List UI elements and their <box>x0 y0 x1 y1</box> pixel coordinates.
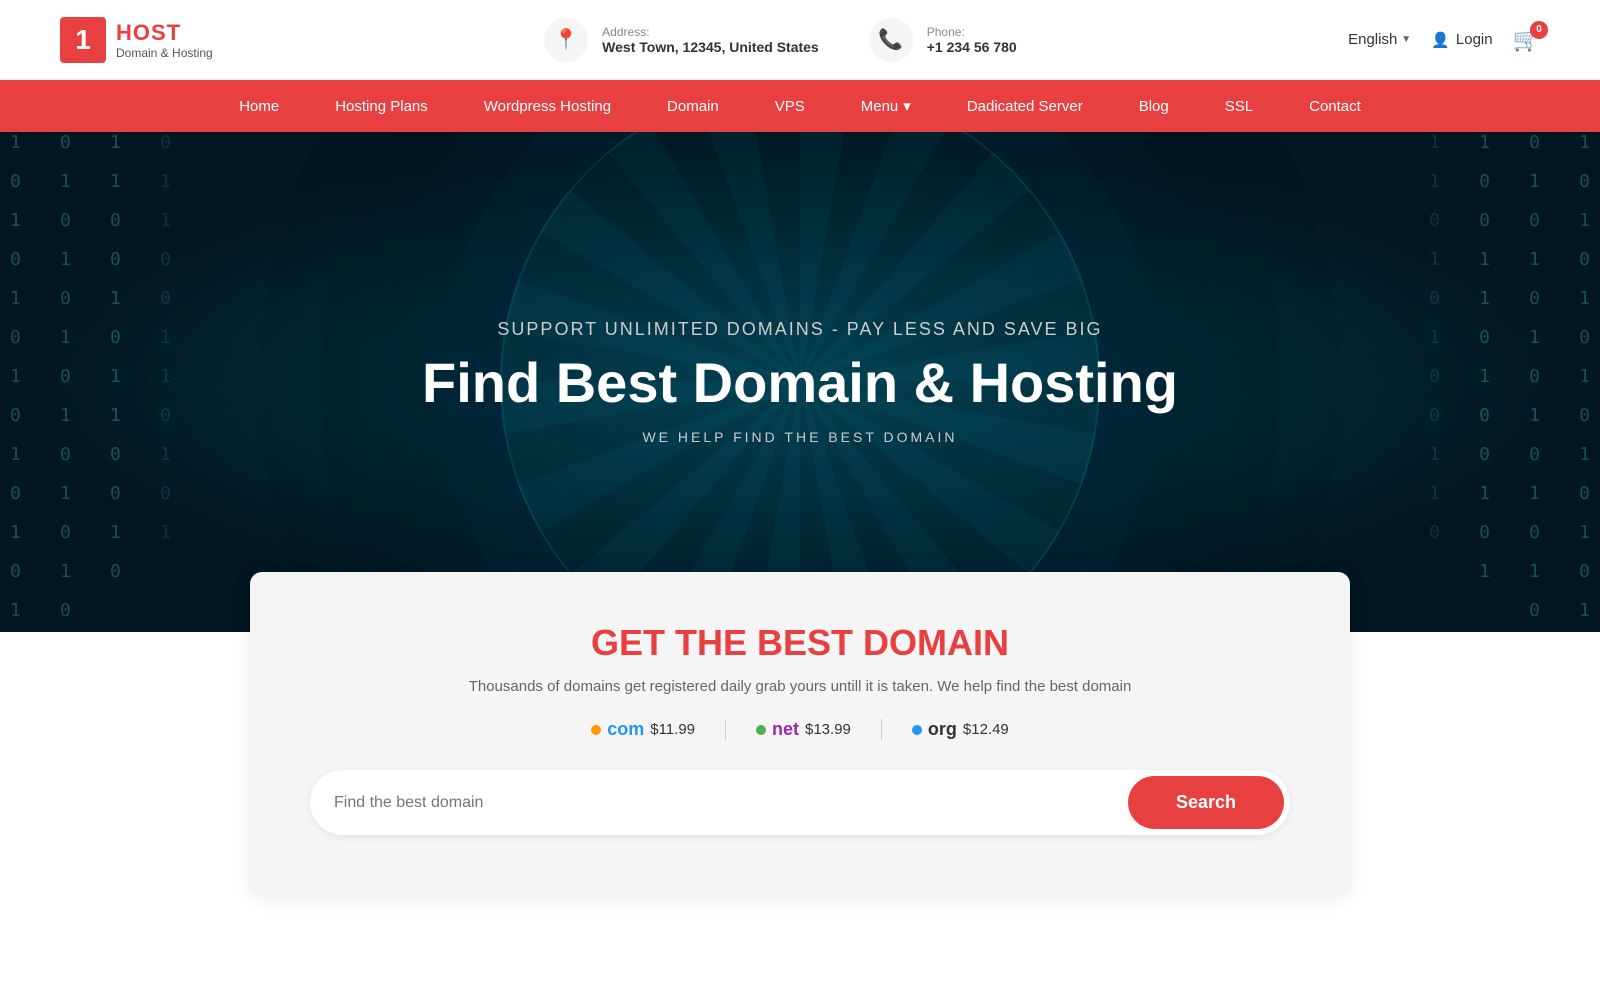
nav-item-ssl[interactable]: SSL <box>1197 80 1281 132</box>
nav-label-wordpress-hosting: Wordpress Hosting <box>484 98 611 115</box>
nav-label-vps: VPS <box>775 98 805 115</box>
address-value: West Town, 12345, United States <box>602 39 819 55</box>
nav-label-dedicated-server: Dadicated Server <box>967 98 1083 115</box>
domain-search-input[interactable] <box>334 794 1128 812</box>
com-price: $11.99 <box>650 721 695 738</box>
nav-label-home: Home <box>239 98 279 115</box>
nav-item-wordpress-hosting[interactable]: Wordpress Hosting <box>456 80 639 132</box>
pricing-net: net $13.99 <box>725 719 881 740</box>
address-info: Address: West Town, 12345, United States <box>602 25 819 55</box>
pricing-org: org $12.49 <box>881 719 1039 740</box>
logo-area: 1 HOST Domain & Hosting <box>60 17 213 63</box>
logo-sub-label: Domain & Hosting <box>116 46 213 60</box>
com-dot <box>591 725 601 735</box>
phone-label: Phone: <box>927 25 1017 39</box>
title-plain: GET THE <box>591 622 757 663</box>
nav-item-home[interactable]: Home <box>211 80 307 132</box>
hero-section: 1010101010101 0101010101010 110010110010… <box>0 132 1600 632</box>
address-item: 📍 Address: West Town, 12345, United Stat… <box>544 18 819 62</box>
nav-label-ssl: SSL <box>1225 98 1253 115</box>
hero-tagline: WE HELP FIND THE BEST DOMAIN <box>422 429 1178 445</box>
net-dot <box>756 725 766 735</box>
logo-host-label: HOST <box>116 20 213 46</box>
login-button[interactable]: 👤 Login <box>1431 31 1492 49</box>
location-icon: 📍 <box>544 18 588 62</box>
nav-label-hosting-plans: Hosting Plans <box>335 98 428 115</box>
com-tld: com <box>607 719 644 740</box>
hero-content: SUPPORT UNLIMITED DOMAINS - PAY LESS AND… <box>402 299 1198 466</box>
cart-badge: 0 <box>1530 21 1548 39</box>
org-tld: org <box>928 719 957 740</box>
chevron-down-icon: ▼ <box>1401 34 1411 45</box>
domain-pricing: com $11.99 net $13.99 org $12.49 <box>310 719 1290 740</box>
address-label: Address: <box>602 25 819 39</box>
login-label: Login <box>1456 31 1493 48</box>
header: 1 HOST Domain & Hosting 📍 Address: West … <box>0 0 1600 80</box>
domain-search-card: GET THE BEST DOMAIN Thousands of domains… <box>250 572 1350 895</box>
logo-icon: 1 <box>60 17 106 63</box>
nav-label-blog: Blog <box>1139 98 1169 115</box>
phone-value: +1 234 56 780 <box>927 39 1017 55</box>
logo-text: HOST Domain & Hosting <box>116 20 213 60</box>
nav-item-domain[interactable]: Domain <box>639 80 747 132</box>
domain-search-bar: Search <box>310 770 1290 835</box>
hero-title: Find Best Domain & Hosting <box>422 352 1178 414</box>
phone-info: Phone: +1 234 56 780 <box>927 25 1017 55</box>
nav-label-domain: Domain <box>667 98 719 115</box>
pricing-com: com $11.99 <box>561 719 725 740</box>
domain-card-title: GET THE BEST DOMAIN <box>310 622 1290 664</box>
contact-area: 📍 Address: West Town, 12345, United Stat… <box>213 18 1348 62</box>
org-price: $12.49 <box>963 721 1009 738</box>
domain-search-button[interactable]: Search <box>1128 776 1284 829</box>
nav-label-menu: Menu <box>861 98 899 115</box>
nav-item-menu[interactable]: Menu ▾ <box>833 80 939 132</box>
nav-item-dedicated-server[interactable]: Dadicated Server <box>939 80 1111 132</box>
header-right: English ▼ 👤 Login 🛒 0 <box>1348 27 1540 53</box>
menu-dropdown-icon: ▾ <box>903 97 911 115</box>
language-selector[interactable]: English ▼ <box>1348 31 1411 48</box>
nav-label-contact: Contact <box>1309 98 1361 115</box>
net-tld: net <box>772 719 799 740</box>
domain-card-description: Thousands of domains get registered dail… <box>310 678 1290 695</box>
nav-item-blog[interactable]: Blog <box>1111 80 1197 132</box>
phone-item: 📞 Phone: +1 234 56 780 <box>869 18 1017 62</box>
nav-item-hosting-plans[interactable]: Hosting Plans <box>307 80 456 132</box>
cart-button[interactable]: 🛒 0 <box>1513 27 1540 53</box>
hero-subtitle: SUPPORT UNLIMITED DOMAINS - PAY LESS AND… <box>422 319 1178 340</box>
main-nav: Home Hosting Plans Wordpress Hosting Dom… <box>0 80 1600 132</box>
org-dot <box>912 725 922 735</box>
language-label: English <box>1348 31 1397 48</box>
user-icon: 👤 <box>1431 31 1450 49</box>
nav-item-contact[interactable]: Contact <box>1281 80 1389 132</box>
phone-icon: 📞 <box>869 18 913 62</box>
title-highlight: BEST DOMAIN <box>757 622 1009 663</box>
net-price: $13.99 <box>805 721 851 738</box>
nav-item-vps[interactable]: VPS <box>747 80 833 132</box>
